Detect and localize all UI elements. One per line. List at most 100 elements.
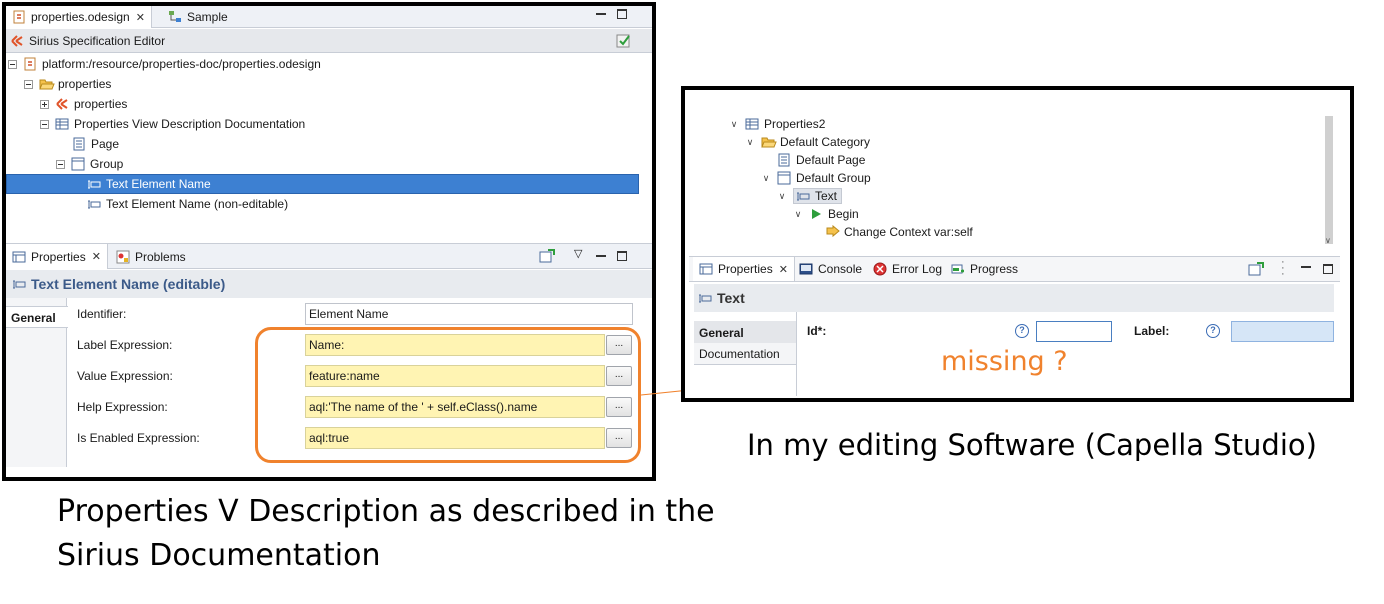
chevron-down-icon[interactable]: ∨ — [729, 119, 739, 130]
tree-item-properties2[interactable]: ∨ Properties2 — [729, 115, 826, 133]
expand-icon[interactable] — [40, 99, 49, 109]
left-caption: Properties V Description as described in… — [57, 490, 715, 578]
close-icon[interactable]: ✕ — [92, 250, 101, 263]
view-tabbar: Properties ✕ Problems ▽ — [6, 243, 652, 269]
side-tab-general[interactable]: General — [694, 321, 796, 343]
tree-item-default-page[interactable]: Default Page — [777, 151, 865, 169]
tab-label: Error Log — [892, 262, 943, 276]
odesign-file-icon — [23, 57, 37, 71]
tree-item-text-element-non-editable[interactable]: Text Element Name (non-editable) — [87, 194, 288, 214]
editor-title: Sirius Specification Editor — [29, 33, 166, 48]
properties-header: Text — [694, 284, 1334, 312]
tree-item-change-context[interactable]: Change Context var:self — [825, 223, 973, 241]
help-icon[interactable]: ? — [1206, 324, 1220, 338]
group-icon — [71, 157, 85, 171]
side-tab-documentation[interactable]: Documentation — [694, 343, 796, 365]
tree-label: Begin — [828, 207, 859, 221]
tab-label: Properties — [718, 262, 773, 276]
console-icon — [799, 262, 813, 276]
text-widget-icon — [796, 189, 810, 203]
diagram-icon — [168, 10, 182, 24]
selected-node: Text — [793, 188, 843, 204]
collapse-icon[interactable] — [56, 159, 65, 169]
view-menu-icon[interactable]: ▽ — [574, 247, 582, 260]
tree-item-page[interactable]: Page — [72, 134, 119, 154]
tree-label: properties — [74, 97, 128, 111]
collapse-icon[interactable] — [40, 119, 49, 129]
chevron-down-icon[interactable]: ∨ — [793, 209, 803, 220]
side-tab-general[interactable]: General — [6, 306, 68, 328]
tab-properties-odesign[interactable]: properties.odesign ✕ — [6, 6, 152, 28]
id-field[interactable] — [1036, 321, 1112, 342]
tree-item-view-description[interactable]: Properties View Description Documentatio… — [40, 114, 305, 134]
view-menu-icon[interactable]: · · · — [1281, 257, 1285, 280]
error-log-icon — [873, 262, 887, 276]
chevron-down-icon[interactable]: ∨ — [761, 173, 771, 184]
scroll-down-icon[interactable]: ∨ — [1325, 236, 1331, 245]
tree-label: Text Element Name (non-editable) — [106, 197, 289, 211]
progress-icon — [951, 262, 965, 276]
left-caption-line2: Sirius Documentation — [57, 538, 381, 573]
tree-item-begin[interactable]: ∨ Begin — [793, 205, 859, 223]
tree-item-default-group[interactable]: ∨ Default Group — [761, 169, 871, 187]
tab-sample[interactable]: Sample — [162, 6, 234, 28]
play-icon — [809, 207, 823, 221]
properties-header: Text Element Name (editable) — [6, 270, 652, 298]
text-widget-icon — [698, 291, 712, 305]
missing-annotation: missing ? — [941, 346, 1068, 377]
tab-properties-view[interactable]: Properties ✕ — [693, 257, 795, 281]
tree-item-properties-group[interactable]: properties — [24, 74, 111, 94]
minimize-icon[interactable] — [596, 251, 606, 257]
left-caption-line1: Properties V Description as described in… — [57, 494, 715, 529]
tree-label: Page — [91, 137, 120, 151]
identifier-field[interactable]: Element Name — [305, 303, 633, 325]
tab-console-view[interactable]: Console — [799, 257, 862, 281]
minimize-icon[interactable] — [596, 9, 606, 15]
tree-item-odesign-resource[interactable]: platform:/resource/properties-doc/proper… — [8, 54, 321, 74]
properties-title: Text Element Name (editable) — [31, 276, 226, 292]
tree-item-text-element-name[interactable]: Text Element Name — [6, 174, 639, 194]
tree-label: Default Page — [796, 153, 866, 167]
tree-item-text[interactable]: ∨ Text — [777, 187, 843, 205]
maximize-icon[interactable] — [617, 9, 627, 19]
tree-label: Group — [90, 157, 124, 171]
collapse-icon[interactable] — [8, 59, 17, 69]
label-field[interactable] — [1231, 321, 1334, 342]
table-icon — [55, 117, 69, 131]
tab-label: Properties — [31, 249, 86, 264]
table-icon — [745, 117, 759, 131]
group-icon — [777, 171, 791, 185]
tree-label: Properties View Description Documentatio… — [74, 117, 306, 131]
editor-tabbar: properties.odesign ✕ Sample — [6, 6, 652, 28]
collapse-icon[interactable] — [24, 79, 33, 89]
page-icon — [777, 153, 791, 167]
tree-item-properties-viewpoint[interactable]: properties — [40, 94, 127, 114]
maximize-icon[interactable] — [617, 251, 627, 261]
close-icon[interactable]: ✕ — [779, 263, 788, 276]
text-widget-icon — [87, 197, 101, 211]
tree-item-default-category[interactable]: ∨ Default Category — [745, 133, 870, 151]
tab-properties-view[interactable]: Properties ✕ — [6, 244, 108, 269]
tab-label: properties.odesign — [31, 10, 130, 24]
tree-item-group[interactable]: Group — [56, 154, 123, 174]
pin-view-icon[interactable] — [1248, 262, 1264, 279]
pin-view-icon[interactable] — [539, 249, 555, 266]
chevron-down-icon[interactable]: ∨ — [777, 191, 787, 202]
close-icon[interactable]: ✕ — [136, 11, 145, 24]
tab-progress-view[interactable]: Progress — [951, 257, 1018, 281]
chevron-down-icon[interactable]: ∨ — [745, 137, 755, 148]
tab-problems-view[interactable]: Problems — [110, 244, 192, 269]
is-enabled-expression-label: Is Enabled Expression: — [77, 431, 200, 445]
problems-icon — [116, 250, 130, 264]
tree-scrollbar[interactable] — [1325, 116, 1333, 244]
tab-error-log-view[interactable]: Error Log — [873, 257, 942, 281]
tree-label: Default Category — [780, 135, 871, 149]
tree-label: properties — [58, 77, 112, 91]
value-expression-label: Value Expression: — [77, 369, 173, 383]
minimize-icon[interactable] — [1301, 262, 1311, 268]
help-icon[interactable]: ? — [1015, 324, 1029, 338]
validate-icon[interactable] — [616, 33, 632, 52]
properties-title: Text — [717, 290, 745, 306]
tree-label: Default Group — [796, 171, 871, 185]
maximize-icon[interactable] — [1323, 264, 1333, 274]
